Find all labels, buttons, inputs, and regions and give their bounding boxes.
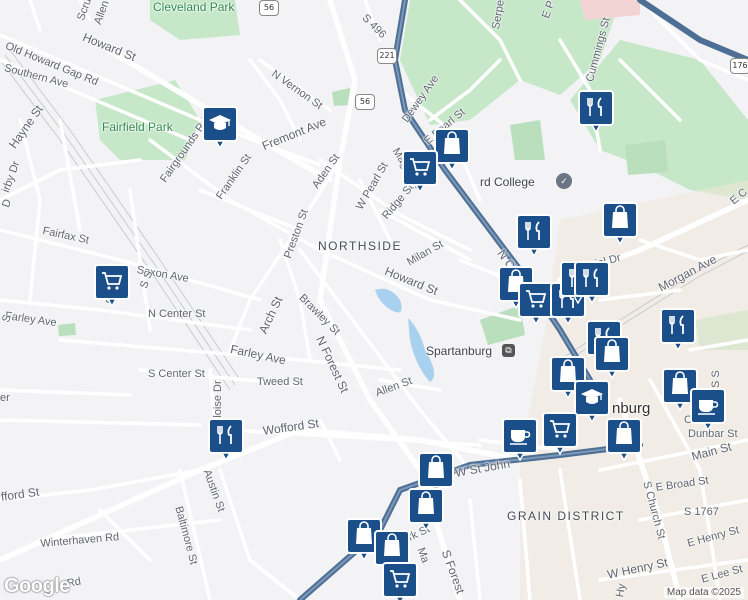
map-marker-coffee[interactable] xyxy=(501,417,539,463)
street-label-tweed: Tweed St xyxy=(257,376,303,388)
map-canvas[interactable]: NORTHSIDE GRAIN DISTRICT nburg Cleveland… xyxy=(0,0,748,600)
street-label-er: er xyxy=(0,392,10,404)
route-shield-176: 176 xyxy=(730,58,748,74)
bag-icon xyxy=(408,488,444,532)
map-marker-restaurant[interactable] xyxy=(577,89,615,135)
map-marker-coffee[interactable] xyxy=(689,387,727,433)
map-marker-restaurant[interactable] xyxy=(207,417,245,463)
cart-icon xyxy=(94,264,130,308)
street-label-hy: Hy xyxy=(614,582,629,599)
map-marker-cart[interactable] xyxy=(93,263,131,309)
cart-icon xyxy=(402,150,438,194)
route-shield-56-top: 56 xyxy=(259,0,279,16)
street-label-s-s-east: S S xyxy=(710,370,722,388)
map-marker-bag[interactable] xyxy=(407,487,445,533)
map-marker-cart[interactable] xyxy=(381,561,419,600)
coffee-icon xyxy=(502,418,538,462)
area-label-northside: NORTHSIDE xyxy=(318,239,402,253)
street-label-s-1767: S 1767 xyxy=(684,506,719,518)
bag-icon xyxy=(602,202,638,246)
place-label-college[interactable]: rd College xyxy=(480,175,535,189)
bag-icon xyxy=(594,336,630,380)
map-marker-cart[interactable] xyxy=(541,411,579,457)
park-label-cleveland[interactable]: Cleveland Park xyxy=(153,0,234,14)
map-marker-restaurant[interactable] xyxy=(515,213,553,259)
restaurant-icon xyxy=(208,418,244,462)
street-label-s-center: S Center St xyxy=(148,368,205,380)
route-shield-221: 221 xyxy=(377,48,397,64)
park-label-fairfield[interactable]: Fairfield Park xyxy=(102,120,173,134)
map-marker-bag[interactable] xyxy=(601,201,639,247)
map-marker-restaurant[interactable] xyxy=(573,260,611,306)
restaurant-icon xyxy=(574,261,610,305)
college-icon: ✓ xyxy=(556,173,572,189)
restaurant-icon xyxy=(516,214,552,258)
bag-icon xyxy=(606,418,642,462)
graduation-cap-icon xyxy=(202,106,238,150)
route-shield-56: 56 xyxy=(355,94,375,110)
google-logo[interactable]: Google xyxy=(4,575,70,598)
cart-icon xyxy=(382,562,418,600)
area-label-downtown: nburg xyxy=(612,400,651,417)
cart-icon xyxy=(542,412,578,456)
map-marker-bag[interactable] xyxy=(593,335,631,381)
map-marker-bag[interactable] xyxy=(605,417,643,463)
map-data-credit[interactable]: Map data ©2025 xyxy=(663,587,744,598)
map-marker-restaurant[interactable] xyxy=(659,307,697,353)
map-marker-cart[interactable] xyxy=(401,149,439,195)
map-marker-graduation-cap[interactable] xyxy=(201,105,239,151)
street-label-center: N Center St xyxy=(148,308,206,320)
restaurant-icon xyxy=(578,90,614,134)
train-station-icon: ⧉ xyxy=(502,344,515,357)
restaurant-icon xyxy=(660,308,696,352)
coffee-icon xyxy=(690,388,726,432)
place-label-station[interactable]: Spartanburg xyxy=(426,344,492,358)
area-label-grain-district: GRAIN DISTRICT xyxy=(507,509,625,523)
